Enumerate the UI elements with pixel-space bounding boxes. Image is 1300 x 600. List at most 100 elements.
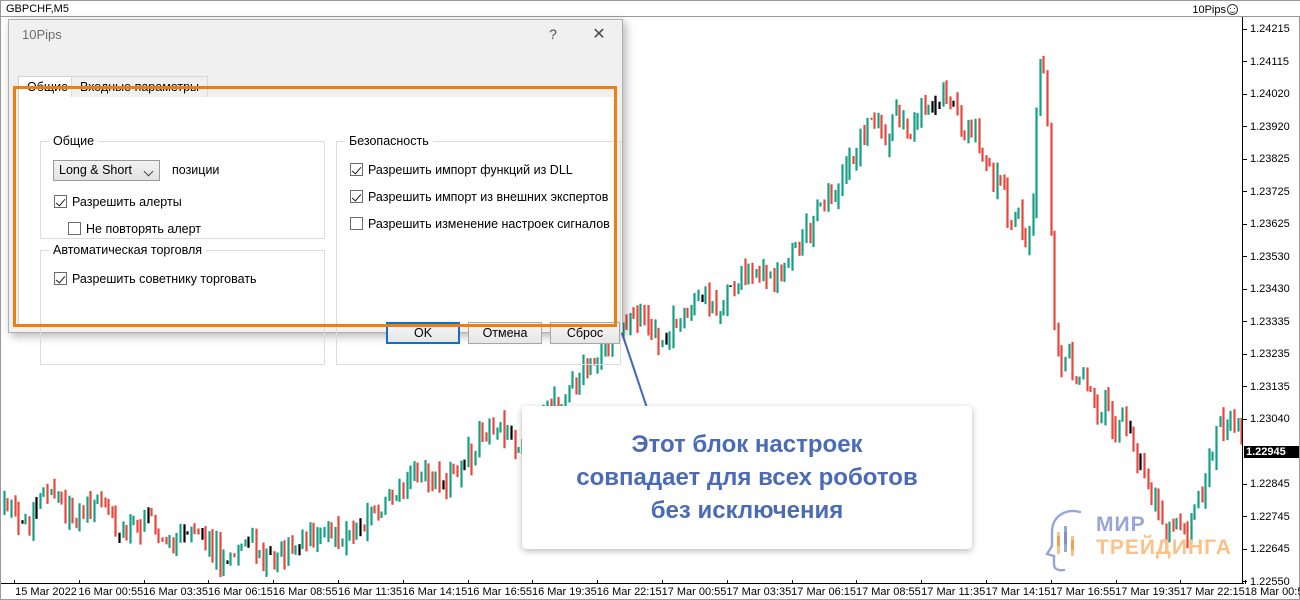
checkbox-no-repeat-alert[interactable]: Не повторять алерт (68, 221, 201, 237)
group-general: Общие Long & Short позиции Разрешить але… (40, 134, 325, 239)
time-tick-mark (1245, 580, 1247, 584)
price-tick-label: 1.24020 (1243, 88, 1300, 100)
expert-advisor-label: 10Pips (1192, 2, 1238, 17)
time-tick-mark (208, 580, 210, 584)
price-tick-label: 1.23235 (1243, 348, 1300, 360)
checkbox-label: Не повторять алерт (86, 222, 201, 236)
price-tick-label: 1.23625 (1243, 218, 1300, 230)
smiley-face-icon (1227, 4, 1238, 15)
checkbox-box (350, 217, 363, 230)
checkbox-allow-external-expert-imports[interactable]: Разрешить импорт из внешних экспертов (350, 189, 608, 205)
position-mode-value: Long & Short (59, 163, 132, 177)
time-axis[interactable]: 15 Mar 2022 16 Mar 00:55 16 Mar 03:35 16 Ma… (1, 580, 1300, 599)
current-price-label: 1.22945 (1244, 445, 1299, 458)
checkbox-allow-signal-settings-modify[interactable]: Разрешить изменение настроек сигналов (350, 216, 610, 232)
time-tick-mark (78, 580, 80, 584)
time-tick-label: 17 Mar 06:15 (791, 586, 857, 598)
time-tick-mark (791, 580, 793, 584)
dialog-title: 10Pips (22, 27, 62, 42)
chart-header-bar: GBPCHF,M5 10Pips (1, 1, 1300, 17)
time-tick-label: 17 Mar 08:55 (855, 586, 921, 598)
time-tick-label: 16 Mar 03:35 (143, 586, 209, 598)
checkbox-label: Разрешить импорт функций из DLL (368, 163, 573, 177)
help-button[interactable]: ? (534, 20, 572, 49)
time-tick-mark (597, 580, 599, 584)
position-mode-select[interactable]: Long & Short (53, 160, 160, 181)
time-tick-label: 16 Mar 22:15 (596, 586, 662, 598)
time-tick-mark (467, 580, 469, 584)
group-autotrade: Автоматическая торговля Разрешить советн… (40, 243, 325, 365)
time-tick-mark (14, 580, 15, 584)
price-tick-label: 1.22745 (1243, 511, 1300, 523)
callout-box: Этот блок настроек совпадает для всех ро… (522, 406, 972, 549)
tab-inputs[interactable]: Входные параметры (71, 76, 209, 98)
group-security-legend: Безопасность (345, 134, 433, 149)
dialog-title-bar[interactable]: 10Pips ? ✕ (9, 20, 622, 50)
time-tick-mark (921, 580, 923, 584)
checkbox-box (350, 163, 363, 176)
group-general-legend: Общие (49, 134, 99, 149)
checkbox-label: Разрешить изменение настроек сигналов (368, 217, 610, 231)
callout-text: Этот блок настроек совпадает для всех ро… (576, 431, 918, 524)
time-tick-label: 16 Mar 14:15 (402, 586, 468, 598)
price-tick-label: 1.23430 (1243, 283, 1300, 295)
cancel-button[interactable]: Отмена (468, 322, 542, 344)
time-tick-mark (402, 580, 404, 584)
price-tick-label: 1.23040 (1243, 413, 1300, 425)
price-tick-label: 1.23335 (1243, 316, 1300, 328)
time-tick-mark (338, 580, 339, 584)
checkbox-allow-dll-imports[interactable]: Разрешить импорт функций из DLL (350, 162, 573, 178)
tab-general[interactable]: Общие (18, 76, 78, 98)
checkbox-box (54, 195, 67, 208)
time-tick-mark (986, 580, 987, 584)
time-tick-label: 16 Mar 16:55 (467, 586, 533, 598)
time-tick-label: 18 Mar 00:55 (1244, 586, 1300, 598)
time-tick-label: 16 Mar 06:15 (207, 586, 273, 598)
price-tick-label: 1.23920 (1243, 121, 1300, 133)
price-tick-label: 1.23725 (1243, 186, 1300, 198)
time-tick-label: 15 Mar 2022 (15, 586, 77, 598)
time-tick-mark (1050, 580, 1052, 584)
price-tick-label: 1.24215 (1243, 23, 1300, 35)
tab-panel-general: Общие Long & Short позиции Разрешить але… (18, 97, 621, 365)
price-axis[interactable]: 1.24215 1.24115 1.24020 1.23920 1.23825 1.237… (1242, 17, 1300, 588)
tab-strip: Общие Входные параметры (18, 76, 615, 98)
time-tick-label: 16 Mar 11:35 (337, 586, 403, 598)
checkbox-label: Разрешить импорт из внешних экспертов (368, 190, 609, 204)
price-tick-label: 1.23825 (1243, 153, 1300, 165)
group-autotrade-legend: Автоматическая торговля (49, 243, 207, 258)
time-tick-label: 16 Mar 08:55 (272, 586, 338, 598)
reset-button[interactable]: Сброс (550, 322, 620, 344)
price-tick-label: 1.22845 (1243, 478, 1300, 490)
position-mode-suffix-label: позиции (172, 163, 220, 177)
time-tick-mark (143, 580, 145, 584)
checkbox-box (68, 222, 81, 235)
time-tick-mark (856, 580, 858, 584)
time-tick-label: 17 Mar 00:55 (661, 586, 727, 598)
time-tick-label: 16 Mar 00:55 (78, 586, 144, 598)
checkbox-allow-ea-trade[interactable]: Разрешить советнику торговать (54, 271, 257, 287)
chevron-down-icon (145, 168, 153, 176)
time-tick-label: 17 Mar 22:15 (1179, 586, 1245, 598)
ok-button[interactable]: OK (386, 322, 460, 344)
price-tick-label: 1.23135 (1243, 381, 1300, 393)
time-tick-label: 17 Mar 16:55 (1050, 586, 1116, 598)
time-tick-mark (532, 580, 534, 584)
price-tick-label: 1.23530 (1243, 251, 1300, 263)
time-tick-label: 17 Mar 03:35 (726, 586, 792, 598)
checkbox-allow-alerts[interactable]: Разрешить алерты (54, 194, 182, 210)
time-tick-mark (1180, 580, 1182, 584)
time-tick-mark (1115, 580, 1117, 584)
time-tick-label: 17 Mar 19:35 (1115, 586, 1181, 598)
checkbox-label: Разрешить советнику торговать (72, 272, 257, 286)
time-tick-label: 17 Mar 14:15 (985, 586, 1051, 598)
time-tick-label: 17 Mar 11:35 (921, 586, 986, 598)
chart-symbol-label: GBPCHF,M5 (6, 3, 69, 15)
checkbox-box (350, 190, 363, 203)
expert-properties-dialog: 10Pips ? ✕ Общие Входные параметры Общие… (8, 19, 623, 365)
time-tick-mark (273, 580, 275, 584)
price-tick-label: 1.24115 (1243, 56, 1300, 68)
checkbox-label: Разрешить алерты (72, 195, 182, 209)
close-button[interactable]: ✕ (580, 20, 618, 49)
dialog-body: Общие Входные параметры Общие Long & Sho… (9, 50, 622, 365)
